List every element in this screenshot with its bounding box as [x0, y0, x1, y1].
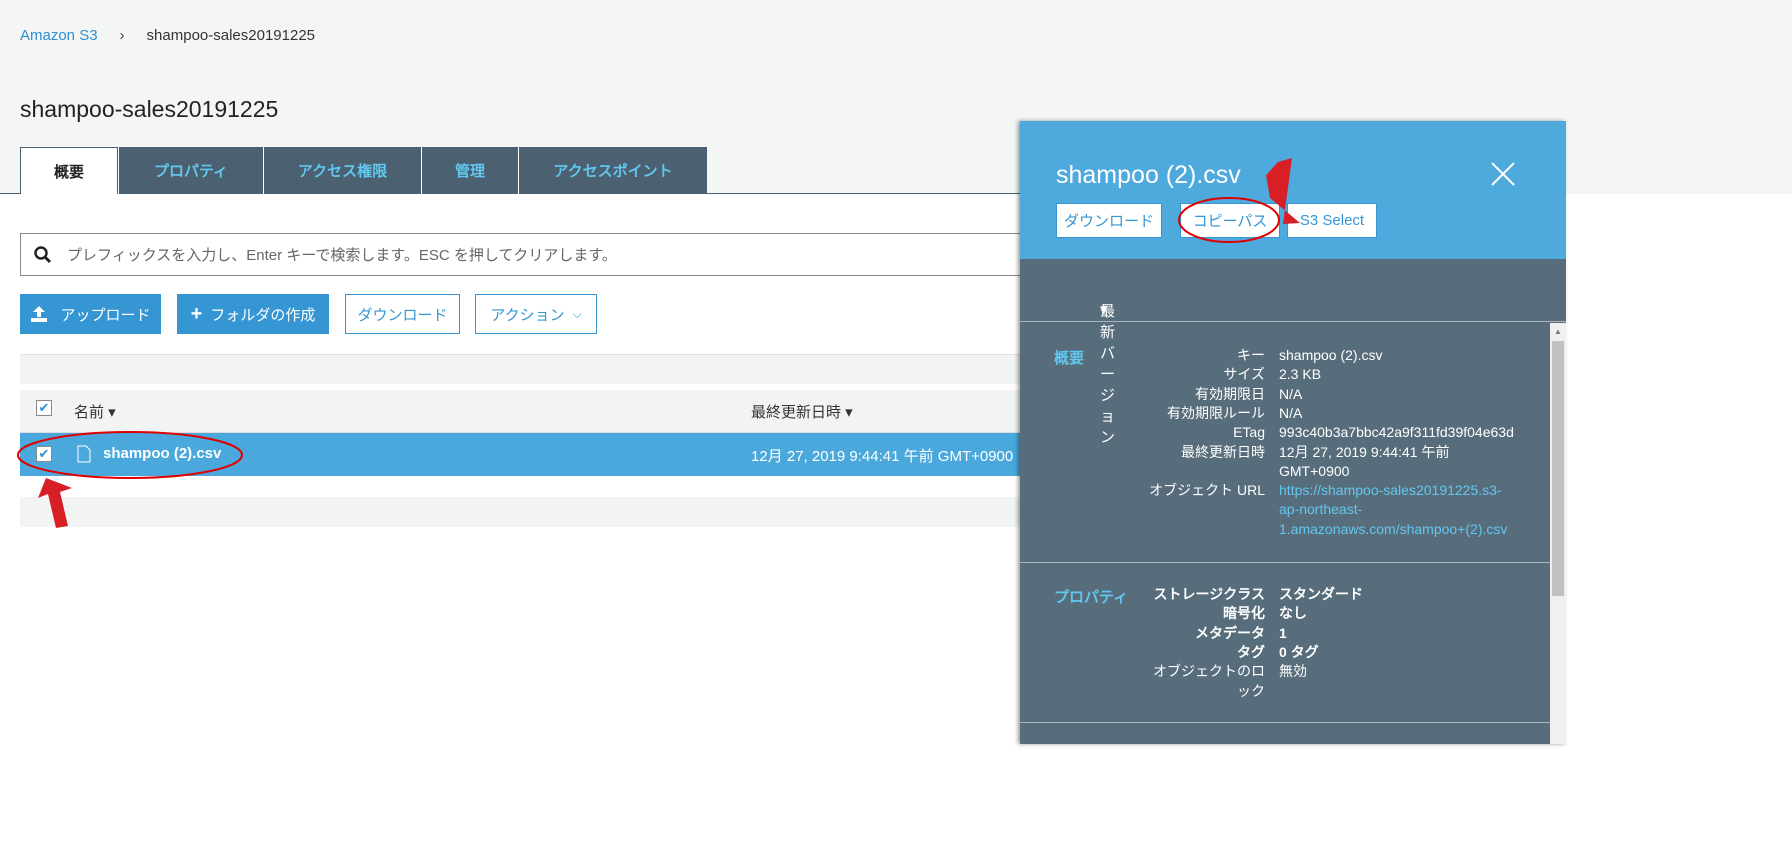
create-folder-button[interactable]: + フォルダの作成	[177, 294, 329, 334]
page-title: shampoo-sales20191225	[20, 96, 279, 122]
actions-label: アクション	[490, 306, 565, 324]
scroll-up-icon[interactable]: ▲	[1554, 327, 1562, 336]
url-label: オブジェクト URL	[1149, 482, 1265, 498]
plus-icon: +	[190, 302, 203, 325]
upload-button[interactable]: アップロード	[20, 294, 161, 334]
s3-select-button[interactable]: S3 Select	[1287, 203, 1377, 238]
scrollbar-thumb[interactable]	[1552, 341, 1564, 596]
tab-overview[interactable]: 概要	[20, 147, 118, 194]
actions-dropdown[interactable]: アクション ⌵	[475, 294, 597, 334]
metadata-value: 1	[1279, 625, 1287, 641]
section-divider	[1020, 722, 1550, 723]
caret-down-icon: ▾	[1100, 301, 1108, 318]
encryption-value: なし	[1279, 605, 1307, 621]
tags-label: タグ	[1237, 644, 1265, 660]
modified-timezone: GMT+0900	[1279, 463, 1350, 479]
create-folder-label: フォルダの作成	[210, 306, 316, 324]
expiry-rule-value: N/A	[1279, 405, 1303, 421]
column-header-name[interactable]: 名前 ▾	[74, 401, 116, 422]
object-details-panel: shampoo (2).csv ダウンロード コピーパス S3 Select 最…	[1020, 121, 1566, 744]
tab-management[interactable]: 管理	[421, 147, 518, 194]
overview-section-title: 概要	[1054, 350, 1085, 367]
breadcrumb-amazon-s3[interactable]: Amazon S3	[20, 27, 98, 44]
storage-class-value: スタンダード	[1279, 586, 1363, 602]
modified-value: 12月 27, 2019 9:44:41 午前	[1279, 444, 1450, 460]
object-url-link[interactable]: https://shampoo-sales20191225.s3- ap-nort…	[1279, 481, 1507, 539]
version-dropdown[interactable]: 最新バージョン ▾	[1020, 260, 1566, 446]
modified-label: 最終更新日時	[1181, 444, 1265, 460]
table-toolbar	[20, 354, 1020, 384]
upload-label: アップロード	[60, 306, 151, 324]
expiry-rule-label: 有効期限ルール	[1167, 405, 1265, 421]
file-name-link[interactable]: shampoo (2).csv	[103, 445, 221, 462]
version-label: 最新バージョン	[1100, 303, 1116, 446]
panel-title: shampoo (2).csv	[1056, 161, 1241, 189]
breadcrumb: Amazon S3 › shampoo-sales20191225	[20, 27, 315, 44]
expiry-label: 有効期限日	[1195, 386, 1265, 402]
chevron-right-icon: ›	[119, 27, 125, 44]
search-placeholder: プレフィックスを入力し、Enter キーで検索します。ESC を押してクリアしま…	[67, 247, 617, 264]
etag-label: ETag	[1233, 424, 1265, 440]
search-input[interactable]: プレフィックスを入力し、Enter キーで検索します。ESC を押してクリアしま…	[20, 233, 1030, 276]
chevron-down-icon: ⌵	[572, 306, 582, 321]
key-label: キー	[1237, 347, 1265, 363]
select-all-checkbox[interactable]: ✔	[36, 400, 52, 416]
object-lock-label: オブジェクトのロ	[1153, 663, 1265, 679]
properties-section-title: プロパティ	[1054, 589, 1129, 606]
encryption-label: 暗号化	[1223, 605, 1265, 621]
etag-value: 993c40b3a7bbc42a9f311fd39f04e63d	[1279, 424, 1514, 440]
file-modified: 12月 27, 2019 9:44:41 午前 GMT+0900	[751, 448, 1014, 465]
table-row[interactable]: ✔ shampoo (2).csv 12月 27, 2019 9:44:41 午…	[20, 433, 1020, 476]
expiry-value: N/A	[1279, 386, 1303, 402]
tags-value: 0 タグ	[1279, 644, 1319, 660]
close-icon[interactable]	[1490, 161, 1516, 187]
panel-scrollbar[interactable]: ▲	[1550, 323, 1566, 744]
section-divider	[1020, 562, 1550, 563]
upload-icon	[31, 306, 48, 322]
storage-class-label: ストレージクラス	[1153, 586, 1265, 602]
download-button[interactable]: ダウンロード	[345, 294, 460, 334]
column-header-modified[interactable]: 最終更新日時 ▾	[751, 401, 853, 422]
size-value: 2.3 KB	[1279, 366, 1322, 382]
breadcrumb-current: shampoo-sales20191225	[146, 27, 316, 44]
tab-properties[interactable]: プロパティ	[118, 147, 263, 194]
object-lock-label-cont: ック	[1237, 683, 1265, 699]
copy-path-button[interactable]: コピーパス	[1180, 203, 1280, 238]
table-header	[20, 390, 1020, 433]
panel-header: shampoo (2).csv ダウンロード コピーパス S3 Select	[1020, 121, 1566, 259]
tab-permissions[interactable]: アクセス権限	[263, 147, 421, 194]
metadata-label: メタデータ	[1195, 625, 1265, 641]
tab-access-points[interactable]: アクセスポイント	[518, 147, 707, 194]
search-icon	[34, 245, 52, 263]
panel-download-button[interactable]: ダウンロード	[1056, 203, 1162, 238]
file-icon	[77, 445, 91, 463]
key-value: shampoo (2).csv	[1279, 347, 1383, 363]
table-footer	[20, 497, 1020, 527]
size-label: サイズ	[1223, 366, 1265, 382]
row-checkbox[interactable]: ✔	[36, 446, 52, 462]
tab-bar: 概要 プロパティ アクセス権限 管理 アクセスポイント	[20, 147, 707, 194]
object-lock-value: 無効	[1279, 663, 1307, 679]
